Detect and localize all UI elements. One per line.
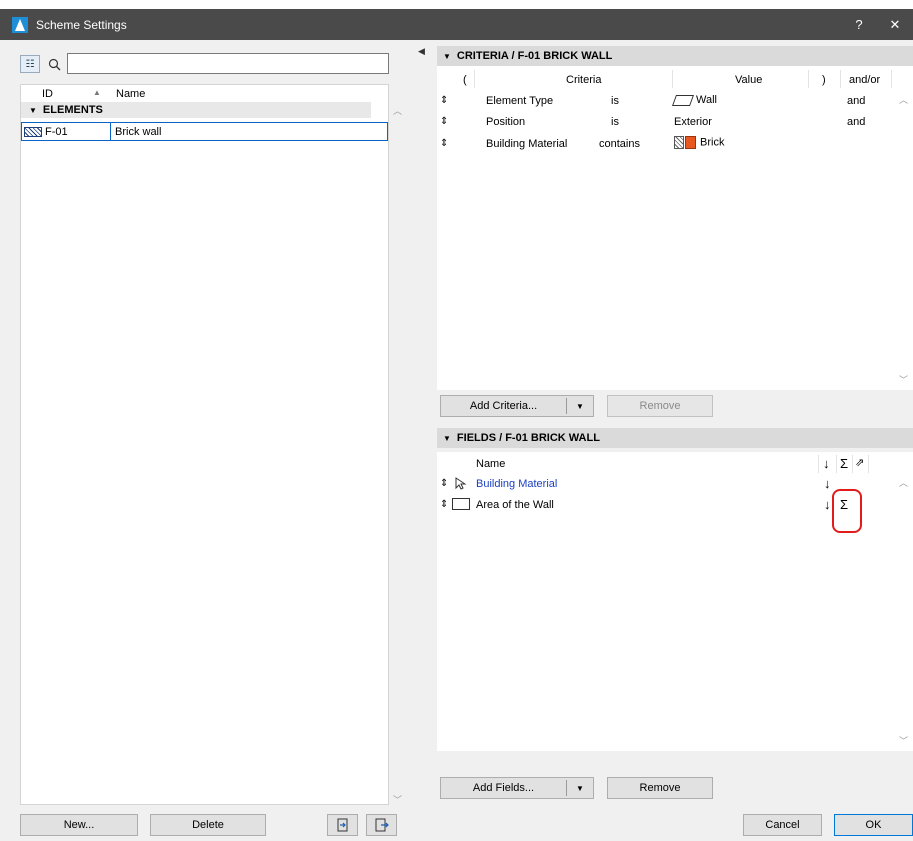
column-divider <box>868 455 869 473</box>
sort-indicator[interactable]: ↓ <box>824 476 831 491</box>
fields-heading: FIELDS / F-01 BRICK WALL <box>456 432 600 444</box>
window-title: Scheme Settings <box>36 17 127 32</box>
column-header-close-paren: ) <box>822 74 826 86</box>
top-strip <box>0 0 913 9</box>
red-annotation-circle <box>832 489 862 533</box>
remove-criteria-button[interactable]: Remove <box>607 395 713 417</box>
item-name: Brick wall <box>115 125 162 138</box>
criteria-operator[interactable]: is <box>611 116 619 128</box>
scroll-up-icon[interactable]: ︿ <box>393 104 402 117</box>
add-criteria-button[interactable]: Add Criteria... ▼ <box>440 395 594 417</box>
wall-icon <box>671 94 695 106</box>
close-button[interactable]: ✕ <box>877 9 913 40</box>
element-list: ID ▲ Name ▼ ELEMENTS F-01 Brick wall <box>20 84 389 805</box>
drag-handle-icon[interactable]: ⇕ <box>440 95 448 106</box>
dropdown-arrow-icon[interactable]: ▼ <box>567 402 593 411</box>
column-header-id[interactable]: ID <box>42 88 53 100</box>
field-shape-icon <box>452 498 470 513</box>
criteria-andor[interactable]: and <box>847 116 865 128</box>
group-label: ELEMENTS <box>42 104 103 116</box>
dropdown-arrow-icon[interactable]: ▼ <box>567 784 593 793</box>
fields-section-header[interactable]: ▼ FIELDS / F-01 BRICK WALL <box>437 428 913 448</box>
sort-ascending-icon: ▲ <box>93 88 101 97</box>
criteria-name[interactable]: Position <box>486 116 525 128</box>
title-bar: Scheme Settings ? ✕ <box>0 9 913 40</box>
scroll-down-icon[interactable]: ﹀ <box>899 734 908 747</box>
criteria-section-header[interactable]: ▼ CRITERIA / F-01 BRICK WALL <box>437 46 913 66</box>
group-row-elements[interactable]: ▼ ELEMENTS <box>21 102 371 118</box>
criteria-heading: CRITERIA / F-01 BRICK WALL <box>456 50 613 62</box>
field-name[interactable]: Building Material <box>476 478 557 490</box>
scroll-down-icon[interactable]: ﹀ <box>899 373 908 386</box>
column-header-name: Name <box>476 458 506 470</box>
add-criteria-label: Add Criteria... <box>469 400 538 412</box>
expand-caret-icon[interactable]: ▼ <box>443 434 451 443</box>
criteria-value[interactable]: Wall <box>671 94 717 106</box>
expand-caret-icon[interactable]: ▼ <box>443 52 451 61</box>
pin-column-icon: ⇗ <box>855 457 865 469</box>
column-divider <box>840 70 841 88</box>
criteria-value-text: Brick <box>700 136 725 149</box>
pointer-icon <box>455 477 467 493</box>
column-header-name[interactable]: Name <box>116 88 145 100</box>
sort-indicator[interactable]: ↓ <box>824 497 831 512</box>
drag-handle-icon[interactable]: ⇕ <box>440 116 448 127</box>
field-name[interactable]: Area of the Wall <box>476 499 554 511</box>
criteria-table <box>437 66 913 390</box>
scroll-up-icon[interactable]: ︿ <box>899 476 908 489</box>
remove-fields-button[interactable]: Remove <box>607 777 713 799</box>
tree-list-icon: ☷ <box>25 58 35 70</box>
export-icon <box>375 818 389 832</box>
column-divider <box>818 455 819 473</box>
criteria-operator[interactable]: contains <box>599 138 640 150</box>
column-header-criteria: Criteria <box>566 74 602 86</box>
item-id: F-01 <box>45 125 68 138</box>
ok-button[interactable]: OK <box>834 814 913 836</box>
search-input[interactable] <box>67 53 389 74</box>
column-header-andor: and/or <box>849 74 881 86</box>
column-divider <box>474 70 475 88</box>
column-divider <box>672 70 673 88</box>
column-header-value: Value <box>735 74 763 86</box>
column-header-open-paren: ( <box>463 74 467 86</box>
list-header: ID ▲ Name <box>21 85 388 102</box>
delete-button[interactable]: Delete <box>150 814 266 836</box>
add-fields-button[interactable]: Add Fields... ▼ <box>440 777 594 799</box>
search-icon <box>46 55 62 73</box>
add-fields-label: Add Fields... <box>472 782 535 794</box>
column-divider <box>836 455 837 473</box>
column-divider <box>891 70 892 88</box>
drag-handle-icon[interactable]: ⇕ <box>440 478 448 489</box>
column-divider <box>808 70 809 88</box>
archicad-app-icon <box>12 16 28 33</box>
criteria-operator[interactable]: is <box>611 95 619 107</box>
criteria-value[interactable]: Brick <box>674 136 724 149</box>
criteria-name[interactable]: Element Type <box>486 95 553 107</box>
wall-hatch-icon <box>24 126 42 137</box>
drag-handle-icon[interactable]: ⇕ <box>440 138 448 149</box>
drag-handle-icon[interactable]: ⇕ <box>440 499 448 510</box>
criteria-name[interactable]: Building Material <box>486 138 567 150</box>
column-divider <box>852 455 853 473</box>
import-button[interactable] <box>327 814 358 836</box>
cancel-button[interactable]: Cancel <box>743 814 822 836</box>
export-button[interactable] <box>366 814 397 836</box>
brick-material-icon <box>674 136 696 149</box>
list-item[interactable]: F-01 Brick wall <box>21 122 388 141</box>
import-icon <box>337 818 347 832</box>
new-button[interactable]: New... <box>20 814 138 836</box>
criteria-value-text[interactable]: Exterior <box>674 116 712 128</box>
expand-caret-icon[interactable]: ▼ <box>29 106 37 115</box>
sum-column-icon: Σ <box>840 456 849 471</box>
scroll-down-icon[interactable]: ﹀ <box>393 793 402 806</box>
sort-column-icon: ↓ <box>823 456 830 471</box>
criteria-value-text: Wall <box>696 94 717 106</box>
tree-view-toggle[interactable]: ☷ <box>20 55 40 73</box>
collapse-panel-icon[interactable]: ◀ <box>418 46 425 57</box>
scroll-up-icon[interactable]: ︿ <box>899 93 908 106</box>
help-button[interactable]: ? <box>841 9 877 40</box>
criteria-andor[interactable]: and <box>847 95 865 107</box>
